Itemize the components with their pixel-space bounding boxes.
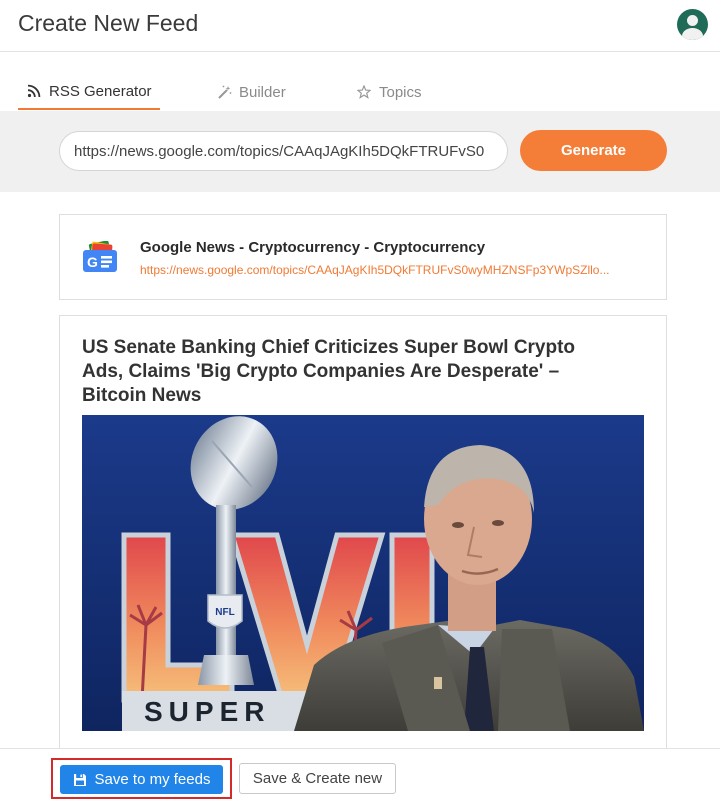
tab-label: Topics: [379, 83, 422, 101]
source-url-link[interactable]: https://news.google.com/topics/CAAqJAgKI…: [140, 263, 648, 277]
floppy-disk-icon: [73, 773, 87, 787]
generator-bar: Generate: [0, 111, 720, 192]
magic-wand-icon: [216, 84, 232, 100]
save-button-highlight: Save to my feeds: [51, 758, 232, 799]
footer-bar: Save to my feeds Save & Create new: [0, 748, 720, 802]
source-name: Google News - Cryptocurrency - Cryptocur…: [140, 239, 486, 256]
tab-builder[interactable]: Builder: [216, 74, 286, 110]
google-news-logo: G: [82, 240, 118, 275]
tab-label: Builder: [239, 83, 286, 101]
save-to-feeds-button[interactable]: Save to my feeds: [60, 765, 223, 794]
star-icon: [356, 84, 372, 100]
super-banner-text: SUPER: [144, 696, 270, 727]
save-and-create-new-button[interactable]: Save & Create new: [239, 763, 396, 794]
article-image: NFL SUPER: [82, 415, 644, 731]
rss-icon: [26, 83, 42, 99]
article-card[interactable]: US Senate Banking Chief Criticizes Super…: [59, 315, 667, 755]
page-title: Create New Feed: [18, 10, 199, 36]
tab-label: RSS Generator: [49, 82, 152, 100]
app-header: Create New Feed: [0, 0, 720, 52]
svg-text:G: G: [87, 254, 98, 270]
nfl-logo-text: NFL: [215, 607, 234, 618]
article-title[interactable]: US Senate Banking Chief Criticizes Super…: [82, 336, 612, 408]
tab-bar: RSS Generator Builder Topics: [0, 74, 720, 110]
source-card[interactable]: G Google News - Cryptocurrency - Cryptoc…: [59, 214, 667, 300]
feed-url-input[interactable]: [59, 131, 508, 171]
tab-topics[interactable]: Topics: [356, 74, 422, 110]
generate-button[interactable]: Generate: [520, 130, 667, 171]
tab-rss-generator[interactable]: RSS Generator: [18, 74, 160, 110]
save-button-label: Save to my feeds: [94, 771, 211, 788]
user-avatar-icon[interactable]: [677, 9, 708, 40]
